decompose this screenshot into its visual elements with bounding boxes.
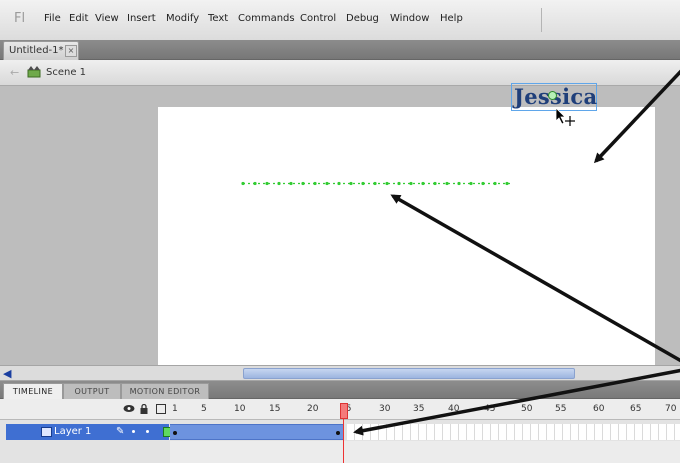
motion-path-node [469,181,473,186]
keyframe-end[interactable] [336,431,340,435]
frame-number: 35 [413,404,425,414]
visibility-dot[interactable] [132,430,135,433]
layer-icon [41,427,52,437]
playhead[interactable] [340,403,348,419]
frame-number: 70 [665,404,677,414]
motion-path-node [325,181,329,186]
keyframe-start[interactable] [173,431,177,435]
motion-path-node [253,181,257,186]
frame-number: 55 [555,404,567,414]
frame-number: 40 [448,404,460,414]
flash-app-window: Fl File Edit View Insert Modify Text Com… [0,0,680,463]
timeline-header: 1510152025303540455055606570 [0,399,680,420]
motion-path-node [349,181,353,186]
motion-path-node [445,181,449,186]
motion-path-node [505,181,509,186]
frame-number: 10 [234,404,246,414]
motion-path-node [289,181,293,186]
motion-path-node [373,181,377,186]
pencil-icon: ✎ [116,426,125,437]
motion-path-node [493,181,497,186]
motion-path-node [397,181,401,186]
motion-path-node [301,181,305,186]
playhead-line [343,418,344,463]
motion-tween-span[interactable] [170,424,343,440]
motion-path-node [481,181,485,186]
registration-point[interactable] [548,91,557,100]
frame-number: 5 [201,404,207,414]
motion-path-node [241,181,245,186]
motion-path-node [409,181,413,186]
layer-name-cell[interactable]: Layer 1 ✎ [6,424,173,440]
timeline-empty-area [170,441,680,463]
tab-motion-editor[interactable]: MOTION EDITOR [121,383,209,399]
motion-path-node [361,181,365,186]
tab-output[interactable]: OUTPUT [63,383,121,399]
motion-path-node [433,181,437,186]
frame-number: 1 [172,404,178,414]
motion-path-node [277,181,281,186]
move-cursor-icon [556,108,575,126]
layer-label[interactable]: Layer 1 [54,426,91,437]
scroll-left-arrow-icon[interactable]: ◀ [3,367,11,380]
frame-number: 30 [379,404,391,414]
motion-path-node [385,181,389,186]
lock-icon[interactable] [139,404,149,414]
scrollbar-thumb[interactable] [243,368,575,379]
panel-tab-bar: TIMELINE OUTPUT MOTION EDITOR [0,381,680,399]
motion-path-node [457,181,461,186]
tab-timeline[interactable]: TIMELINE [3,383,63,399]
motion-path-node [313,181,317,186]
frame-number: 65 [630,404,642,414]
outline-icon[interactable] [156,404,166,414]
motion-path-node [265,181,269,186]
empty-frames[interactable] [347,424,680,440]
frame-number: 50 [521,404,533,414]
motion-path-node [421,181,425,186]
frame-number: 15 [269,404,281,414]
horizontal-scrollbar[interactable]: ◀ [0,365,680,381]
eye-icon[interactable] [123,404,135,413]
timeline-panel: 1510152025303540455055606570 Layer 1 ✎ [0,399,680,463]
layer-row[interactable]: Layer 1 ✎ [0,424,680,440]
lock-dot[interactable] [146,430,149,433]
frame-number: 60 [593,404,605,414]
frame-number: 45 [484,404,496,414]
motion-path-node [337,181,341,186]
frame-number: 20 [307,404,319,414]
